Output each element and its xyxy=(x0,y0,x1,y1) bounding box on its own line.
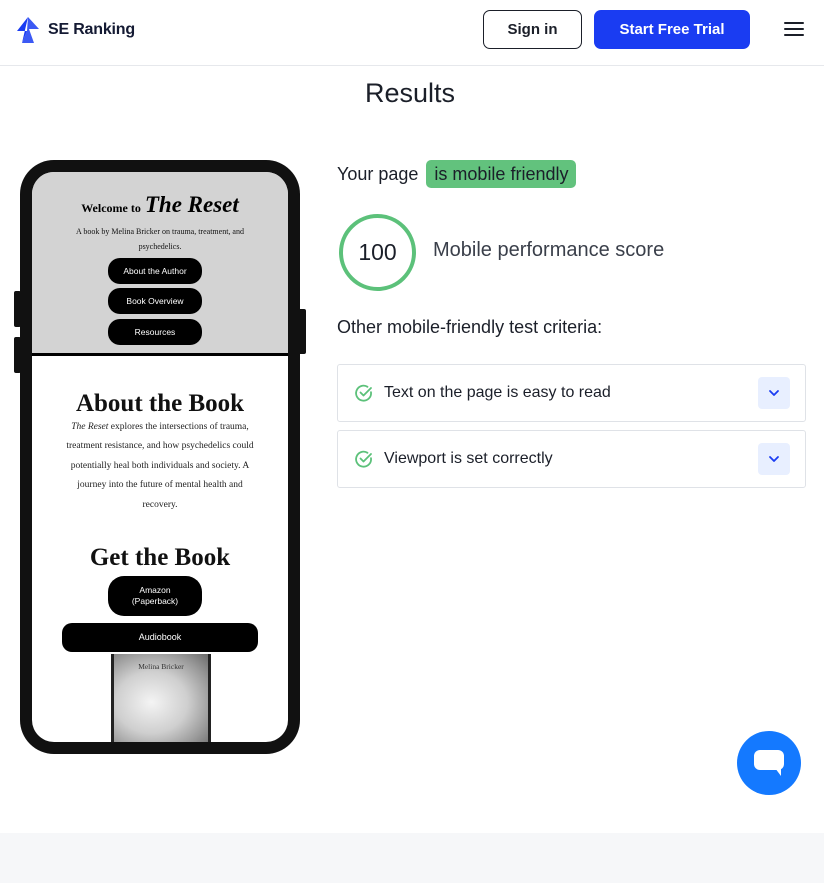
mobile-friendly-status: Your page is mobile friendly xyxy=(337,160,577,188)
mobile-preview-screen: Welcome to The Reset A book by Melina Br… xyxy=(32,172,288,742)
preview-book-title: The Reset xyxy=(144,192,239,217)
preview-about-text: The Reset explores the intersections of … xyxy=(62,418,258,515)
preview-about-italic: The Reset xyxy=(71,422,109,432)
chat-widget-button[interactable] xyxy=(737,731,801,795)
logo-text: SE Ranking xyxy=(48,21,135,38)
preview-hero: Welcome to The Reset A book by Melina Br… xyxy=(32,172,288,356)
preview-about-body: explores the intersections of trauma, tr… xyxy=(66,422,254,510)
preview-nav-book-overview: Book Overview xyxy=(108,288,202,314)
status-badge: is mobile friendly xyxy=(426,160,577,188)
preview-subtitle: A book by Melina Bricker on trauma, trea… xyxy=(76,227,244,251)
se-ranking-logo[interactable]: SE Ranking xyxy=(14,16,135,44)
preview-amazon-button: Amazon (Paperback) xyxy=(108,576,202,616)
score-value: 100 xyxy=(358,239,397,265)
preview-nav-resources: Resources xyxy=(108,319,202,345)
footer-band xyxy=(0,833,824,883)
expand-toggle[interactable] xyxy=(758,443,790,475)
page-title: Results xyxy=(364,78,456,108)
preview-get-heading: Get the Book xyxy=(89,544,231,571)
check-circle-icon xyxy=(355,384,372,402)
chevron-down-icon xyxy=(769,456,779,462)
expand-toggle[interactable] xyxy=(758,377,790,409)
preview-hero-title: Welcome to The Reset xyxy=(32,192,288,218)
criteria-label: Text on the page is easy to read xyxy=(384,384,611,401)
chevron-down-icon xyxy=(769,390,779,396)
preview-nav-about-author: About the Author xyxy=(108,258,202,284)
lightning-logo-icon xyxy=(17,17,39,43)
preview-about-heading: About the Book xyxy=(75,390,245,417)
sign-in-button[interactable]: Sign in xyxy=(483,10,582,49)
preview-welcome: Welcome to xyxy=(81,201,141,215)
criteria-title: Other mobile-friendly test criteria: xyxy=(337,317,603,337)
site-header: SE Ranking Sign in Start Free Trial xyxy=(0,0,824,66)
criteria-item-text-readable[interactable]: Text on the page is easy to read xyxy=(337,364,806,422)
score-label: Mobile performance score xyxy=(433,239,665,261)
preview-amazon-line1: Amazon xyxy=(139,585,171,595)
mobile-preview-phone: Welcome to The Reset A book by Melina Br… xyxy=(20,160,300,754)
chat-bubble-icon xyxy=(754,750,784,776)
criteria-label: Viewport is set correctly xyxy=(384,450,553,467)
score-circle: 100 xyxy=(339,214,416,291)
preview-book-cover: Melina Bricker xyxy=(111,654,211,742)
hamburger-menu-icon[interactable] xyxy=(784,22,804,38)
your-page-label: Your page xyxy=(337,163,419,184)
preview-amazon-line2: (Paperback) xyxy=(131,596,179,606)
preview-audiobook-button: Audiobook xyxy=(62,623,258,652)
preview-book-author: Melina Bricker xyxy=(138,662,184,671)
criteria-item-viewport[interactable]: Viewport is set correctly xyxy=(337,430,806,488)
start-free-trial-button[interactable]: Start Free Trial xyxy=(594,10,750,49)
check-circle-icon xyxy=(355,450,372,468)
